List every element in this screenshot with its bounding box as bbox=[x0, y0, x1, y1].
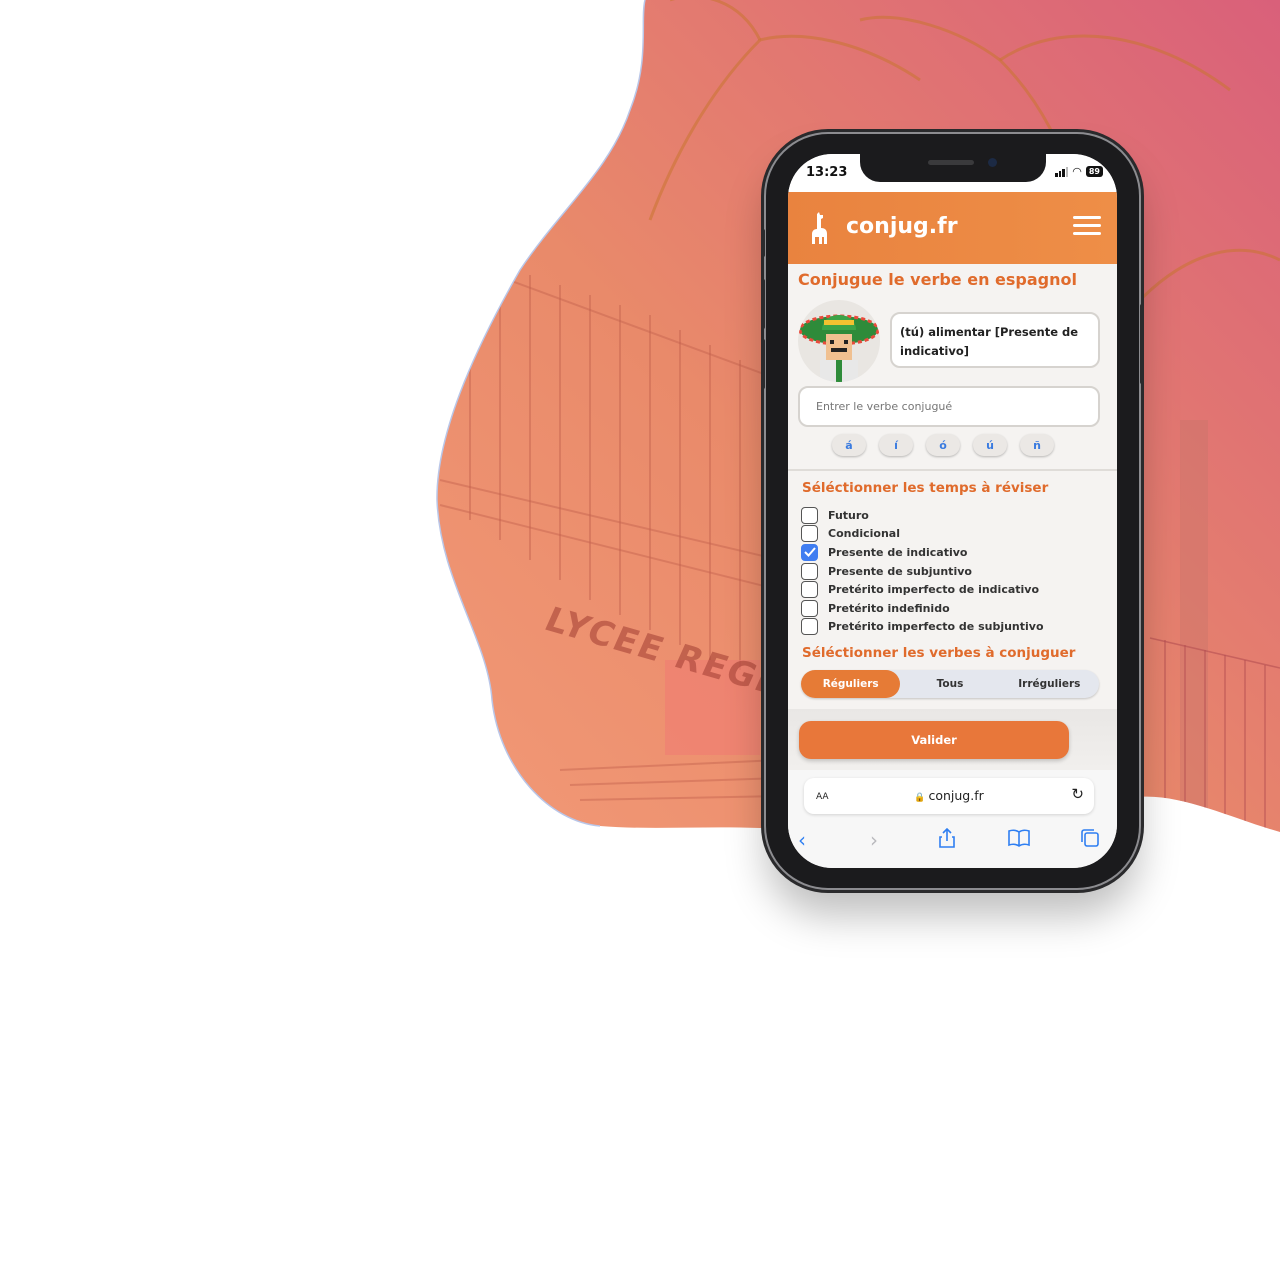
wifi-icon: ◠ bbox=[1072, 164, 1082, 178]
tenses-section-title: Séléctionner les temps à réviser bbox=[802, 480, 1049, 496]
lock-icon: 🔒 bbox=[914, 793, 926, 803]
phone-screen: 13:23 ◠ 89 conjug.fr Conjugue le verbe e… bbox=[788, 154, 1117, 868]
power-button bbox=[1140, 304, 1144, 384]
conjugated-verb-input[interactable] bbox=[798, 386, 1100, 427]
tense-item-condicional[interactable]: Condicional bbox=[801, 525, 1044, 544]
accent-o-button[interactable]: ó bbox=[926, 434, 960, 456]
cellular-signal-icon bbox=[1055, 166, 1069, 177]
forward-icon[interactable]: › bbox=[870, 828, 878, 852]
address-bar[interactable]: AA 🔒 conjug.fr ↻ bbox=[804, 778, 1094, 814]
app-header: conjug.fr bbox=[788, 192, 1117, 264]
mute-switch bbox=[761, 229, 765, 257]
tense-item-preterito-indefinido[interactable]: Pretérito indefinido bbox=[801, 599, 1044, 618]
segment-tous[interactable]: Tous bbox=[900, 670, 999, 698]
checkbox-checked[interactable] bbox=[801, 543, 818, 561]
status-time: 13:23 bbox=[806, 165, 848, 180]
phone-frame: 13:23 ◠ 89 conjug.fr Conjugue le verbe e… bbox=[761, 134, 1144, 888]
page-title: Conjugue le verbe en espagnol bbox=[798, 270, 1077, 289]
verbs-section-title: Séléctionner les verbes à conjuguer bbox=[802, 645, 1076, 661]
tabs-icon[interactable] bbox=[1080, 828, 1100, 853]
battery-icon: 89 bbox=[1085, 166, 1103, 177]
back-icon[interactable]: ‹ bbox=[798, 828, 806, 852]
checkbox[interactable] bbox=[801, 581, 818, 599]
segment-irreguliers[interactable]: Irréguliers bbox=[1000, 670, 1099, 698]
volume-down-button bbox=[761, 339, 765, 389]
section-divider bbox=[788, 469, 1117, 471]
share-icon[interactable] bbox=[938, 827, 956, 853]
checkbox[interactable] bbox=[801, 599, 818, 617]
browser-toolbar: ‹ › bbox=[788, 822, 1117, 862]
llama-logo-icon[interactable] bbox=[807, 212, 831, 244]
checkbox[interactable] bbox=[801, 562, 818, 580]
volume-up-button bbox=[761, 279, 765, 329]
segment-reguliers[interactable]: Réguliers bbox=[801, 670, 901, 698]
mexican-character-avatar bbox=[798, 300, 880, 382]
checkbox[interactable] bbox=[801, 618, 818, 636]
validate-button[interactable]: Valider bbox=[799, 721, 1069, 759]
checkbox[interactable] bbox=[801, 525, 818, 543]
tense-item-preterito-imperfecto-subjuntivo[interactable]: Pretérito imperfecto de subjuntivo bbox=[801, 618, 1044, 637]
checkbox[interactable] bbox=[801, 506, 818, 524]
tense-item-futuro[interactable]: Futuro bbox=[801, 506, 1044, 525]
accent-n-button[interactable]: ñ bbox=[1020, 434, 1054, 456]
verb-type-selector: Réguliers Tous Irréguliers bbox=[801, 670, 1099, 698]
brand-name[interactable]: conjug.fr bbox=[846, 214, 958, 239]
accent-keys: á í ó ú ñ bbox=[832, 434, 1054, 456]
accent-a-button[interactable]: á bbox=[832, 434, 866, 456]
reload-icon[interactable]: ↻ bbox=[1071, 785, 1084, 803]
tense-item-preterito-imperfecto-indicativo[interactable]: Pretérito imperfecto de indicativo bbox=[801, 580, 1044, 599]
bookmarks-icon[interactable] bbox=[1008, 828, 1030, 852]
url-text: conjug.fr bbox=[928, 788, 984, 803]
hamburger-menu-icon[interactable] bbox=[1073, 216, 1101, 236]
accent-u-button[interactable]: ú bbox=[973, 434, 1007, 456]
notch bbox=[860, 154, 1046, 182]
checkmark-icon bbox=[803, 547, 816, 558]
browser-chrome: AA 🔒 conjug.fr ↻ ‹ › bbox=[788, 770, 1117, 868]
accent-i-button[interactable]: í bbox=[879, 434, 913, 456]
tense-item-presente-subjuntivo[interactable]: Presente de subjuntivo bbox=[801, 562, 1044, 581]
tense-item-presente-indicativo[interactable]: Presente de indicativo bbox=[801, 543, 1044, 562]
verb-prompt: (tú) alimentar [Presente de indicativo] bbox=[890, 312, 1100, 368]
tense-checklist: Futuro Condicional Presente de indicativ… bbox=[801, 506, 1044, 636]
